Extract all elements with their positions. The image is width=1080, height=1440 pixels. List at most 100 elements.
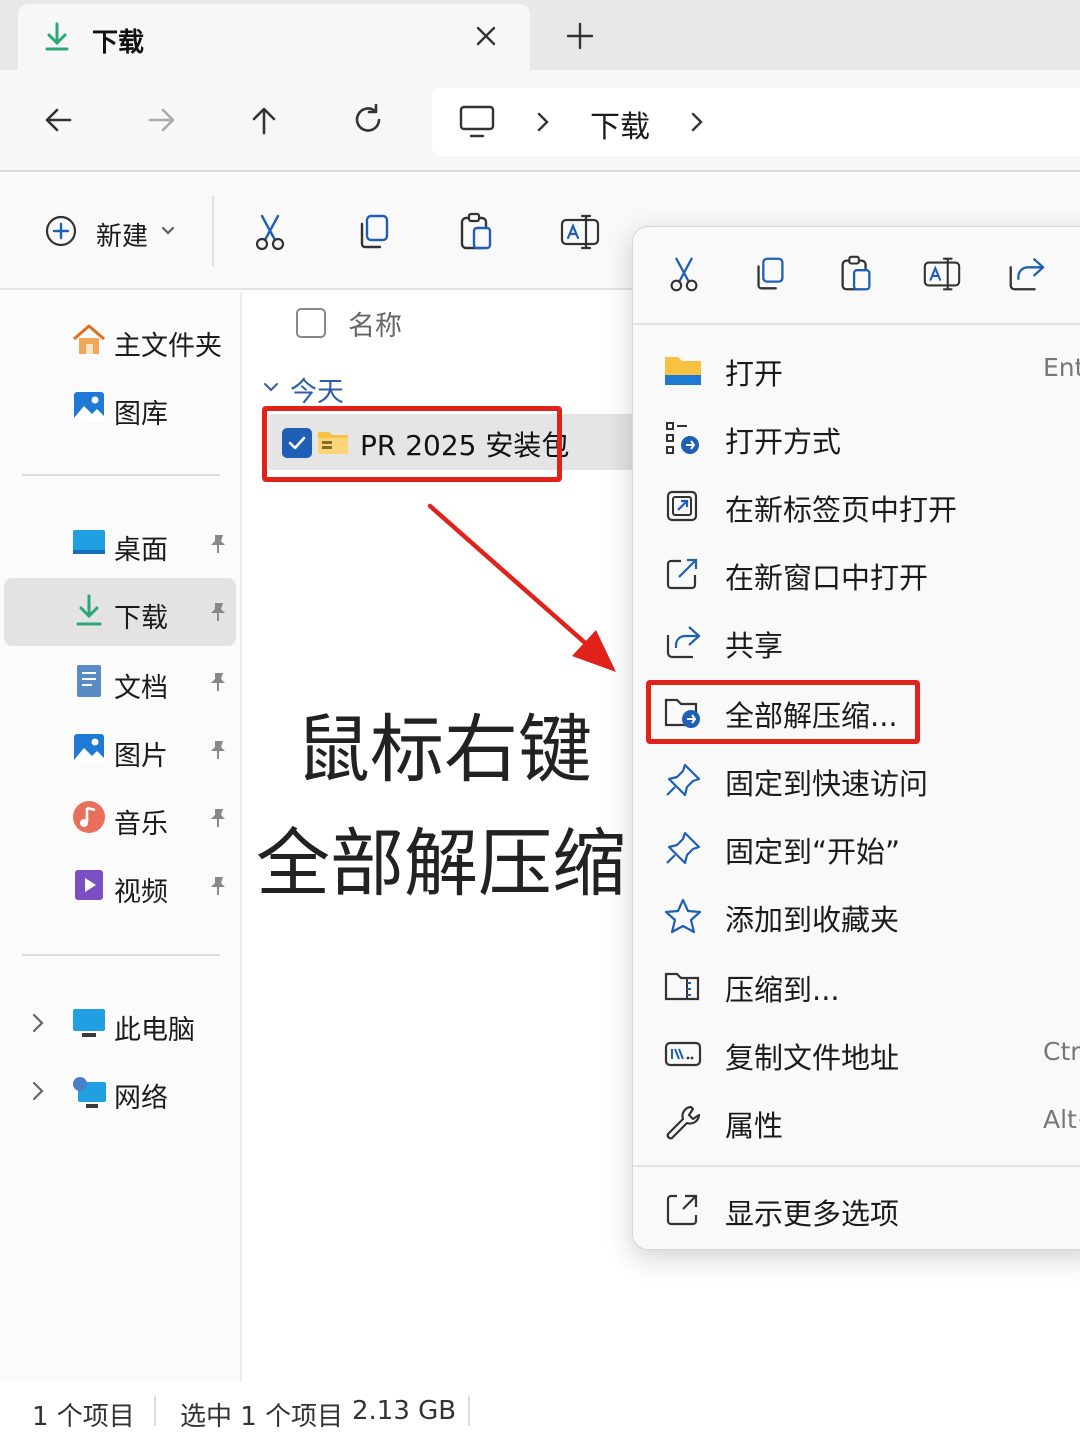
paste-icon[interactable]: [835, 253, 877, 295]
chevron-right-icon[interactable]: [28, 1010, 48, 1036]
chevron-down-icon[interactable]: [260, 376, 282, 398]
cut-icon[interactable]: [663, 253, 705, 295]
menu-item-shortcut: Ctrl: [1043, 1037, 1080, 1066]
sidebar-item-network[interactable]: 网络: [4, 1058, 236, 1126]
sidebar-item-documents[interactable]: 文档: [4, 648, 236, 716]
select-all-checkbox[interactable]: [296, 308, 326, 338]
menu-item-label: 复制文件地址: [725, 1041, 900, 1075]
plus-circle-icon: [45, 215, 77, 247]
menu-item-add-favorites[interactable]: 添加到收藏夹: [633, 883, 1080, 947]
sidebar-divider: [22, 954, 220, 956]
sidebar-item-home[interactable]: 主文件夹: [4, 306, 236, 374]
menu-item-pin-quick-access[interactable]: 固定到快速访问: [633, 747, 1080, 811]
sidebar-item-music[interactable]: 音乐: [4, 784, 236, 852]
sidebar-item-label: 音乐: [114, 809, 168, 840]
copy-icon[interactable]: [352, 210, 396, 254]
menu-item-label: 属性: [725, 1109, 784, 1143]
navigation-pane: 主文件夹 图库 桌面 下载 文档 图片 音乐 视频 此电脑 网络: [0, 292, 240, 1382]
pin-icon[interactable]: [206, 532, 230, 556]
command-separator: [212, 196, 214, 266]
up-icon[interactable]: [244, 100, 284, 140]
sidebar-item-gallery[interactable]: 图库: [4, 374, 236, 442]
arrow-annotation: [427, 503, 616, 672]
star-icon: [664, 898, 702, 934]
pin-icon: [666, 831, 701, 865]
menu-item-open[interactable]: 打开 Ente: [633, 337, 1080, 401]
sidebar-item-label: 主文件夹: [114, 331, 222, 362]
menu-item-open-new-window[interactable]: 在新窗口中打开: [633, 541, 1080, 605]
menu-item-pin-start[interactable]: 固定到“开始”: [633, 815, 1080, 879]
sidebar-item-downloads[interactable]: 下载: [4, 578, 236, 646]
sidebar-item-desktop[interactable]: 桌面: [4, 510, 236, 578]
computer-icon: [459, 105, 495, 138]
annotation-line-1: 鼠标右键: [296, 707, 592, 793]
file-highlight-box: [262, 406, 562, 482]
computer-icon: [73, 1009, 105, 1037]
column-header-name[interactable]: 名称: [348, 304, 402, 343]
paste-icon[interactable]: [454, 210, 498, 254]
context-menu-toolbar: [633, 227, 1080, 325]
sidebar-item-label: 图库: [114, 399, 168, 430]
menu-item-shortcut: Ente: [1043, 353, 1080, 382]
menu-item-copy-path[interactable]: 复制文件地址 Ctrl: [633, 1021, 1080, 1085]
menu-item-properties[interactable]: 属性 Alt+: [633, 1089, 1080, 1153]
group-header[interactable]: 今天: [290, 370, 344, 409]
sidebar-item-pictures[interactable]: 图片: [4, 716, 236, 784]
share-icon[interactable]: [1005, 253, 1047, 295]
sidebar-item-videos[interactable]: 视频: [4, 852, 236, 920]
menu-item-label: 固定到“开始”: [725, 835, 901, 869]
menu-item-open-new-tab[interactable]: 在新标签页中打开: [633, 473, 1080, 537]
rename-icon[interactable]: [558, 210, 602, 254]
pin-icon[interactable]: [206, 600, 230, 624]
pin-icon[interactable]: [206, 874, 230, 898]
rename-icon[interactable]: [921, 253, 963, 295]
pin-icon[interactable]: [206, 806, 230, 830]
menu-item-share[interactable]: 共享: [633, 609, 1080, 673]
zip-folder-icon: [664, 972, 700, 1001]
close-icon[interactable]: [470, 20, 502, 52]
menu-item-label: 添加到收藏夹: [725, 903, 900, 937]
network-icon: [73, 1077, 106, 1108]
menu-item-show-more-options[interactable]: 显示更多选项: [633, 1177, 1080, 1241]
video-icon: [75, 870, 103, 900]
sidebar-divider: [22, 474, 220, 476]
menu-item-label: 在新窗口中打开: [725, 561, 929, 595]
new-tab-icon[interactable]: [562, 18, 598, 54]
item-count: 1 个项目: [32, 1402, 135, 1432]
status-separator: [154, 1396, 156, 1426]
extract-highlight-box: [646, 680, 920, 744]
refresh-icon[interactable]: [348, 100, 388, 140]
new-label: 新建: [96, 222, 149, 252]
forward-icon[interactable]: [142, 100, 182, 140]
tab-title: 下载: [92, 28, 145, 58]
folder-icon: [665, 357, 701, 385]
pin-icon[interactable]: [206, 738, 230, 762]
title-bar: 下载: [0, 0, 1080, 70]
download-icon: [45, 22, 69, 51]
menu-item-label: 打开方式: [725, 425, 842, 459]
cut-icon[interactable]: [248, 210, 292, 254]
menu-item-open-with[interactable]: 打开方式: [633, 405, 1080, 469]
breadcrumb-downloads[interactable]: 下载: [590, 102, 650, 146]
tab-downloads[interactable]: 下载: [18, 4, 530, 70]
address-bar[interactable]: 下载: [432, 88, 1080, 156]
new-tab-icon: [666, 490, 698, 522]
sidebar-item-this-pc[interactable]: 此电脑: [4, 990, 236, 1058]
new-button[interactable]: 新建: [40, 210, 190, 256]
home-icon: [73, 324, 105, 354]
sidebar-item-label: 文档: [114, 673, 168, 704]
open-with-icon: [666, 422, 699, 454]
chevron-right-icon[interactable]: [686, 108, 708, 136]
sidebar-item-label: 此电脑: [114, 1015, 195, 1046]
back-icon[interactable]: [38, 100, 78, 140]
chevron-right-icon[interactable]: [28, 1078, 48, 1104]
chevron-right-icon[interactable]: [532, 108, 554, 136]
menu-item-compress-to[interactable]: 压缩到...: [633, 953, 1080, 1017]
copy-icon[interactable]: [749, 253, 791, 295]
download-icon: [76, 594, 102, 626]
menu-item-shortcut: Alt+: [1043, 1105, 1080, 1134]
pin-icon[interactable]: [206, 670, 230, 694]
selection-size: 2.13 GB: [352, 1396, 457, 1426]
status-bar: 1 个项目 选中 1 个项目 2.13 GB: [0, 1382, 1080, 1440]
music-icon: [73, 801, 105, 833]
